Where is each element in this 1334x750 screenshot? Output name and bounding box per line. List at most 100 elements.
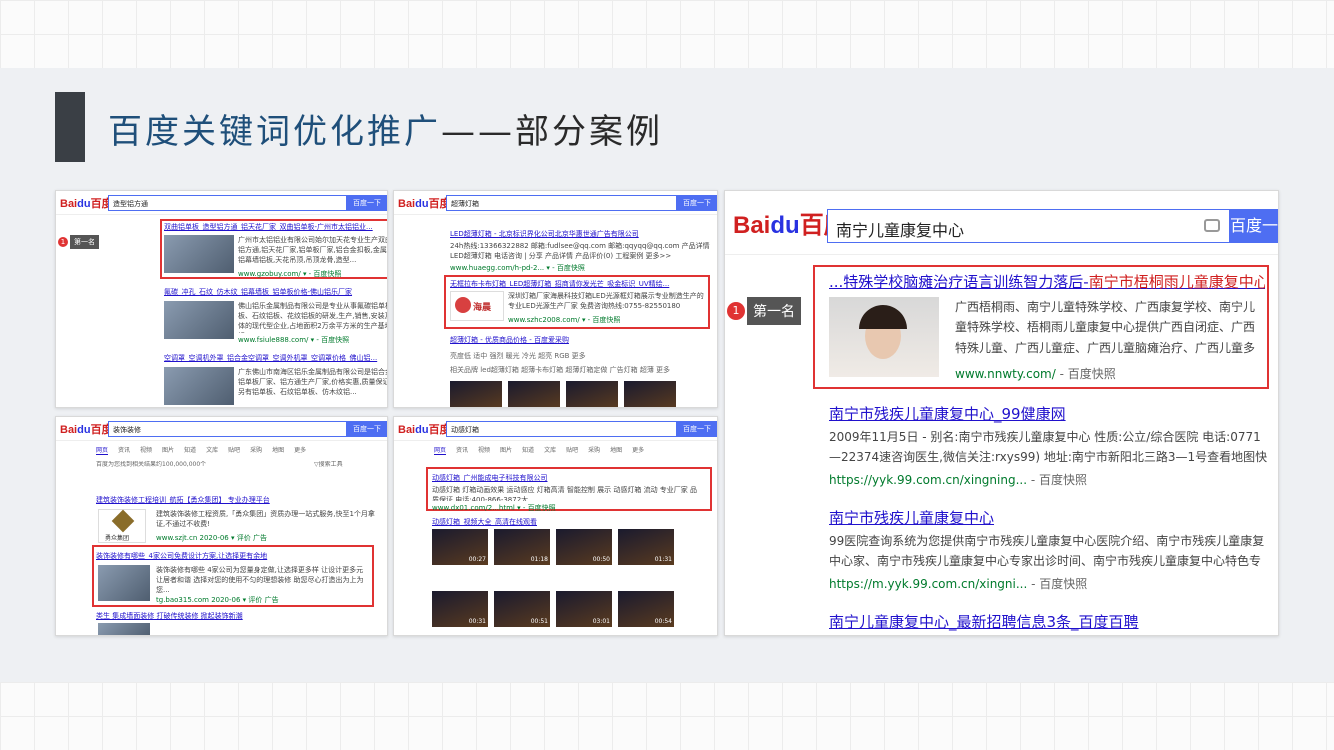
search-input[interactable]: 动感灯箱 — [446, 421, 677, 437]
tab-wenku[interactable]: 文库 — [544, 447, 556, 454]
result-snippet: 广州市太铝铝业有限公司始尔加天花专业生产双曲铝扣板,造型铝方通,铝天花厂家,铝单… — [238, 236, 387, 265]
result-title-link[interactable]: 动感灯箱_视频大全_高清在线观看 — [432, 517, 702, 527]
first-rank-number: 1 — [727, 302, 745, 320]
tab-map[interactable]: 地图 — [272, 447, 284, 454]
result-url[interactable]: www.gzobuy.com/ ▾ - 百度快照 — [238, 269, 341, 279]
tab-tieba[interactable]: 贴吧 — [566, 447, 578, 454]
product-thumbnail[interactable] — [566, 381, 618, 407]
tab-more[interactable]: 更多 — [294, 447, 306, 454]
result-url[interactable]: www.huaegg.com/h-pd-2... ▾ - 百度快照 — [450, 263, 585, 273]
tab-wenku[interactable]: 文库 — [206, 447, 218, 454]
result-title-link[interactable]: ...特殊学校脑瘫治疗语言训练智力落后-南宁市梧桐雨儿童康复中心 — [829, 271, 1265, 292]
brand-mark-icon — [455, 297, 471, 313]
video-thumbnail[interactable]: 00:27 — [432, 529, 488, 565]
tab-image[interactable]: 图片 — [162, 447, 174, 454]
tab-image[interactable]: 图片 — [500, 447, 512, 454]
video-thumbnail[interactable]: 00:50 — [556, 529, 612, 565]
result-url[interactable]: https://yyk.99.com.cn/xingning... - 百度快照 — [829, 471, 1087, 488]
result-snippet: 深圳灯箱厂家海晨科技灯箱LED光源框灯箱展示专业制造生产的专业LED光源生产厂家… — [508, 292, 704, 311]
result-title-link[interactable]: 南宁儿童康复中心_最新招聘信息3条_百度百聘 — [829, 611, 1265, 632]
result-snippet: 建筑装饰装修工程资质,「勇众集团」资质办理一站式服务,快至1个月拿证,不通过不收… — [156, 510, 375, 529]
video-duration: 00:54 — [654, 618, 672, 625]
result-url[interactable]: tg.bao315.com 2020-06 ▾ 评价 广告 — [156, 595, 279, 605]
search-input[interactable]: 装饰装修 — [108, 421, 347, 437]
filter-row[interactable]: 相关品牌 led超薄灯箱 超薄卡布灯箱 超薄灯箱定做 广告灯箱 超薄 更多 — [450, 365, 712, 375]
brand-mark-icon — [111, 509, 135, 533]
result-title-link[interactable]: 装饰装修有哪些_4家公司免费设计方案,让选择更有余地 — [96, 551, 370, 561]
result-snippet: 99医院查询系统为您提供南宁市残疾儿童康复中心医院介绍、南宁市残疾儿童康复中心家… — [829, 534, 1265, 569]
product-thumbnail[interactable] — [624, 381, 676, 407]
result-title-link[interactable]: 南宁市残疾儿童康复中心 — [829, 507, 1265, 528]
title-accent-bar — [55, 92, 85, 162]
result-title-link[interactable]: 动感灯箱_广州能成电子科技有限公司 — [432, 473, 702, 483]
video-thumbnail[interactable]: 00:54 — [618, 591, 674, 627]
tab-web[interactable]: 网页 — [434, 447, 447, 455]
result-url[interactable]: www.nnwty.com/ - 百度快照 — [955, 365, 1116, 382]
result-title-link[interactable]: 类生 集成墙面装修 打破传统装修 掀起装饰新潮 — [96, 611, 376, 621]
search-input[interactable]: 超薄灯箱 — [446, 195, 677, 211]
camera-icon[interactable] — [1204, 219, 1220, 232]
tab-map[interactable]: 地图 — [610, 447, 622, 454]
video-thumbnail[interactable]: 00:31 — [432, 591, 488, 627]
search-bar: Baidu百度 造型铝方通 百度一下 — [56, 191, 387, 215]
search-button[interactable]: 百度一下 — [1230, 209, 1278, 243]
result-title-link[interactable]: 南宁市残疾儿童康复中心_99健康网 — [829, 403, 1265, 424]
result-title-link[interactable]: LED超薄灯箱 - 北京标识界化公司北京华惠世通广告有限公司 — [450, 229, 710, 239]
video-thumbnail[interactable]: 01:31 — [618, 529, 674, 565]
video-duration: 00:51 — [530, 618, 548, 625]
tab-video[interactable]: 视频 — [478, 447, 490, 454]
result-url[interactable]: www.szhc2008.com/ ▾ - 百度快照 — [508, 315, 620, 325]
search-button[interactable]: 百度一下 — [347, 421, 387, 437]
search-button[interactable]: 百度一下 — [677, 195, 717, 211]
background-grid-top — [0, 0, 1334, 68]
result-title-highlight: 南宁市梧桐雨儿童康复中心 — [1088, 273, 1265, 291]
search-tabs: 网页 资讯 视频 图片 知道 文库 贴吧 采购 地图 更多 — [434, 445, 654, 455]
video-thumbnail[interactable]: 03:01 — [556, 591, 612, 627]
tab-purchase[interactable]: 采购 — [250, 447, 262, 454]
filter-row[interactable]: 亮度低 适中 强烈 暖光 冷光 超亮 RGB 更多 — [450, 351, 712, 361]
tab-news[interactable]: 资讯 — [118, 447, 130, 454]
product-thumbnail[interactable] — [450, 381, 502, 407]
result-title-link[interactable]: 建筑装饰装修工程培训_航拓【勇众集团】 专业办理平台 — [96, 495, 376, 505]
result-url[interactable]: www.szjt.cn 2020-06 ▾ 评价 广告 — [156, 533, 267, 543]
search-bar: Baidu百度 装饰装修 百度一下 — [56, 417, 387, 441]
result-url[interactable]: www.fsiule888.com/ ▾ - 百度快照 — [238, 335, 349, 345]
first-rank-badge: 1 第一名 — [58, 235, 99, 249]
result-snippet: 24h热线:13366322882 邮箱:fudlsee@qq.com 邮箱:q… — [450, 242, 710, 261]
tab-tieba[interactable]: 贴吧 — [228, 447, 240, 454]
result-url[interactable]: https://m.yyk.99.com.cn/xingni... - 百度快照 — [829, 575, 1087, 592]
result-thumbnail — [98, 565, 150, 601]
baidu-logo: Baidu百度 — [60, 424, 113, 436]
search-button[interactable]: 百度一下 — [677, 421, 717, 437]
search-button[interactable]: 百度一下 — [347, 195, 387, 211]
video-thumbnail[interactable]: 01:18 — [494, 529, 550, 565]
first-rank-badge: 1 第一名 — [727, 297, 801, 325]
search-input[interactable]: 南宁儿童康复中心 — [827, 209, 1230, 243]
result-title-link[interactable]: 氟碳_冲孔_石纹_仿木纹_铝幕墙板_铝单板价格-佛山铝乐厂家 — [164, 287, 387, 297]
result-title-link[interactable]: 双曲铝单板_造型铝方通_铝天花厂家_双曲铝单板-广州市太铝铝业... — [164, 222, 387, 232]
tab-web[interactable]: 网页 — [96, 447, 109, 455]
result-photo — [829, 297, 939, 377]
tab-more[interactable]: 更多 — [632, 447, 644, 454]
result-url[interactable]: www.dx01.com/2...html ▾ - 百度快照 — [432, 503, 556, 513]
result-title-link[interactable]: 超薄灯箱 - 优质商品价格 - 百度爱采购 — [450, 335, 706, 345]
background-grid-bottom — [0, 682, 1334, 750]
search-tools-button[interactable]: ▽搜索工具 — [314, 461, 374, 471]
snapshot-link[interactable]: - 百度快照 — [1031, 473, 1087, 487]
tab-zhidao[interactable]: 知道 — [184, 447, 196, 454]
result-thumbnail — [164, 367, 234, 405]
video-thumbnail[interactable]: 00:51 — [494, 591, 550, 627]
tab-video[interactable]: 视频 — [140, 447, 152, 454]
product-thumbnail[interactable] — [508, 381, 560, 407]
brand-logo: 海晨 — [450, 291, 504, 321]
result-title-link[interactable]: 空调罩_空调机外罩_铝合金空调罩_空调外机罩_空调罩价格_佛山铝... — [164, 353, 387, 363]
video-duration: 01:31 — [654, 556, 672, 563]
tab-news[interactable]: 资讯 — [456, 447, 468, 454]
result-snippet: 广东佛山市南海区铝乐金属制品有限公司是铝合金空调罩、冲孔铝单板厂家、铝方通生产厂… — [238, 368, 387, 397]
search-input[interactable]: 造型铝方通 — [108, 195, 347, 211]
tab-zhidao[interactable]: 知道 — [522, 447, 534, 454]
tab-purchase[interactable]: 采购 — [588, 447, 600, 454]
snapshot-link[interactable]: - 百度快照 — [1060, 367, 1116, 381]
result-title-link[interactable]: 无框拉布卡布灯箱_LED超薄灯箱_招商请你发光芒_吸金标识_UV精绘... — [450, 279, 706, 289]
snapshot-link[interactable]: - 百度快照 — [1031, 577, 1087, 591]
